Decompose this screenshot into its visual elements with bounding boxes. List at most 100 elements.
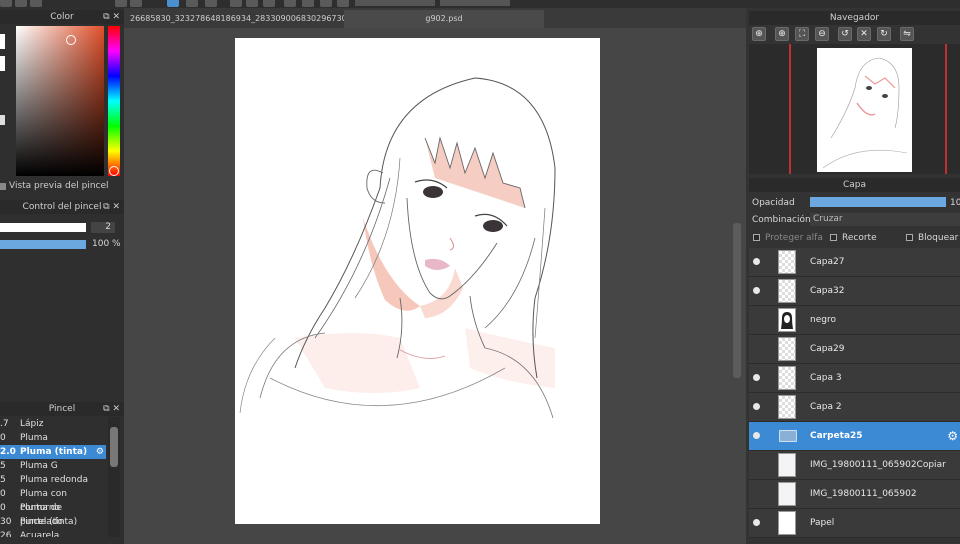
- zoom-in-icon[interactable]: ⊕: [775, 27, 789, 41]
- drawing-canvas[interactable]: [235, 38, 600, 524]
- undo-button[interactable]: [115, 0, 127, 7]
- brush-control-panel-title: Control del pincel ⧉ ✕: [0, 200, 124, 214]
- visibility-eye-icon[interactable]: [753, 374, 760, 381]
- redo-button[interactable]: [130, 0, 142, 7]
- zoom-tool-button[interactable]: [320, 0, 332, 7]
- panel-popout-close-icon[interactable]: ⧉ ✕: [103, 200, 120, 214]
- brush-preview-check-icon[interactable]: [0, 183, 6, 190]
- visibility-eye-icon[interactable]: [753, 519, 760, 526]
- fit-view-icon[interactable]: ⛶: [795, 27, 809, 41]
- brush-opacity-slider[interactable]: [0, 240, 86, 249]
- brush-tool-button[interactable]: [167, 0, 179, 7]
- zoom-out-icon[interactable]: ⊖: [815, 27, 829, 41]
- layer-thumbnail: [778, 482, 796, 506]
- select-tool-button[interactable]: [230, 0, 242, 7]
- secondary-color-swatch[interactable]: [0, 56, 5, 71]
- visibility-eye-icon[interactable]: [753, 258, 760, 265]
- lock-label: Bloquear: [918, 233, 959, 243]
- pincel-item-size: 26: [0, 531, 12, 537]
- gear-icon[interactable]: ⚙: [96, 445, 104, 459]
- canvas-size-field[interactable]: [355, 0, 435, 6]
- pincel-item[interactable]: 26 Acuarela: [0, 529, 106, 537]
- pincel-item-selected[interactable]: 2.0 Pluma (tinta) ⚙: [0, 445, 106, 459]
- lock-checkbox[interactable]: [906, 234, 913, 241]
- transform-tool-button[interactable]: [246, 0, 258, 7]
- navigator-preview[interactable]: [749, 44, 960, 174]
- top-toolbar: [0, 0, 960, 8]
- pincel-item-name: Pincel (tinta): [20, 517, 78, 527]
- color-saturation-value-picker[interactable]: [16, 26, 104, 176]
- pincel-item-name: Pluma: [20, 433, 48, 443]
- gear-icon[interactable]: ⚙: [947, 422, 958, 450]
- eraser-tool-button[interactable]: [186, 0, 198, 7]
- clipping-checkbox[interactable]: [830, 234, 837, 241]
- protect-alpha-checkbox[interactable]: [753, 234, 760, 241]
- panel-popout-close-icon[interactable]: ⧉ ✕: [103, 402, 120, 416]
- layer-title-text: Capa: [842, 180, 867, 190]
- swap-colors-icon[interactable]: [0, 115, 5, 125]
- layer-opacity-slider[interactable]: [810, 197, 946, 207]
- pincel-item-size: 0: [0, 489, 6, 499]
- brush-size-slider[interactable]: [0, 223, 86, 232]
- pincel-item[interactable]: 0 Pluma: [0, 431, 106, 445]
- save-file-button[interactable]: [30, 0, 42, 7]
- brush-preview-text: Vista previa del pincel: [9, 181, 109, 191]
- lasso-tool-button[interactable]: [263, 0, 275, 7]
- pincel-item[interactable]: 30 Pincel (tinta): [0, 515, 106, 529]
- blend-mode-select[interactable]: Cruzar: [810, 213, 960, 226]
- pincel-item[interactable]: .7 Lápiz: [0, 417, 106, 431]
- navigator-viewport-marker: [789, 44, 791, 174]
- pincel-item[interactable]: 5 Pluma G: [0, 459, 106, 473]
- pincel-item-name: Lápiz: [20, 419, 44, 429]
- pincel-item[interactable]: 0 Pluma de punteado: [0, 501, 106, 527]
- pincel-item[interactable]: 5 Pluma redonda: [0, 473, 106, 487]
- primary-color-swatch[interactable]: [0, 34, 5, 49]
- pincel-item-size: 2.0: [0, 447, 16, 457]
- color-picker-cursor[interactable]: [66, 35, 76, 45]
- layer-row[interactable]: Capa 3: [749, 364, 960, 393]
- layer-row[interactable]: Capa27: [749, 248, 960, 277]
- zoom-in-icon[interactable]: ⊕: [752, 27, 766, 41]
- layer-thumbnail: [778, 366, 796, 390]
- tab-psd-file[interactable]: g902.psd: [344, 10, 544, 28]
- panel-popout-close-icon[interactable]: ⧉ ✕: [103, 10, 120, 24]
- visibility-eye-icon[interactable]: [753, 432, 760, 439]
- canvas-scrollbar[interactable]: [731, 28, 743, 544]
- new-file-button[interactable]: [0, 0, 12, 7]
- layer-row[interactable]: Capa 2: [749, 393, 960, 422]
- fill-tool-button[interactable]: [205, 0, 217, 7]
- brush-size-value[interactable]: 2: [91, 222, 115, 233]
- move-tool-button[interactable]: [284, 0, 296, 7]
- flip-icon[interactable]: ⇋: [900, 27, 914, 41]
- visibility-eye-icon[interactable]: [753, 403, 760, 410]
- folder-icon: [779, 430, 797, 442]
- hue-slider-handle[interactable]: [109, 166, 119, 176]
- rotate-right-icon[interactable]: ↻: [877, 27, 891, 41]
- layer-thumbnail: [778, 337, 796, 361]
- zoom-field[interactable]: [440, 0, 510, 6]
- layer-row[interactable]: Papel: [749, 509, 960, 538]
- pincel-scrollbar[interactable]: [108, 417, 120, 537]
- layer-row[interactable]: Capa32: [749, 277, 960, 306]
- tab-jpg-file[interactable]: 26685830_323278648186934_283309006830296…: [126, 10, 344, 28]
- settings-tool-button[interactable]: [337, 0, 349, 7]
- rotate-left-icon[interactable]: ↺: [838, 27, 852, 41]
- layer-row[interactable]: negro: [749, 306, 960, 335]
- layer-row[interactable]: Capa29: [749, 335, 960, 364]
- hand-tool-button[interactable]: [302, 0, 314, 7]
- pincel-item[interactable]: 0 Pluma con contorno: [0, 487, 106, 513]
- canvas-scrollbar-thumb[interactable]: [733, 223, 741, 378]
- visibility-eye-icon[interactable]: [753, 287, 760, 294]
- layer-thumbnail: [778, 308, 796, 332]
- layer-row[interactable]: IMG_19800111_065902Copiar: [749, 451, 960, 480]
- hue-slider[interactable]: [108, 26, 120, 176]
- pincel-item-size: 30: [0, 517, 12, 527]
- layer-row-selected[interactable]: Carpeta25 ⚙: [749, 422, 960, 451]
- open-file-button[interactable]: [15, 0, 27, 7]
- layer-row[interactable]: IMG_19800111_065902: [749, 480, 960, 509]
- pincel-item-name: Pluma G: [20, 461, 58, 471]
- pincel-scrollbar-thumb[interactable]: [110, 427, 118, 467]
- reset-view-icon[interactable]: ✕: [857, 27, 871, 41]
- brush-preview-label: Vista previa del pincel: [0, 180, 124, 193]
- brush-opacity-value: 100 %: [92, 239, 121, 249]
